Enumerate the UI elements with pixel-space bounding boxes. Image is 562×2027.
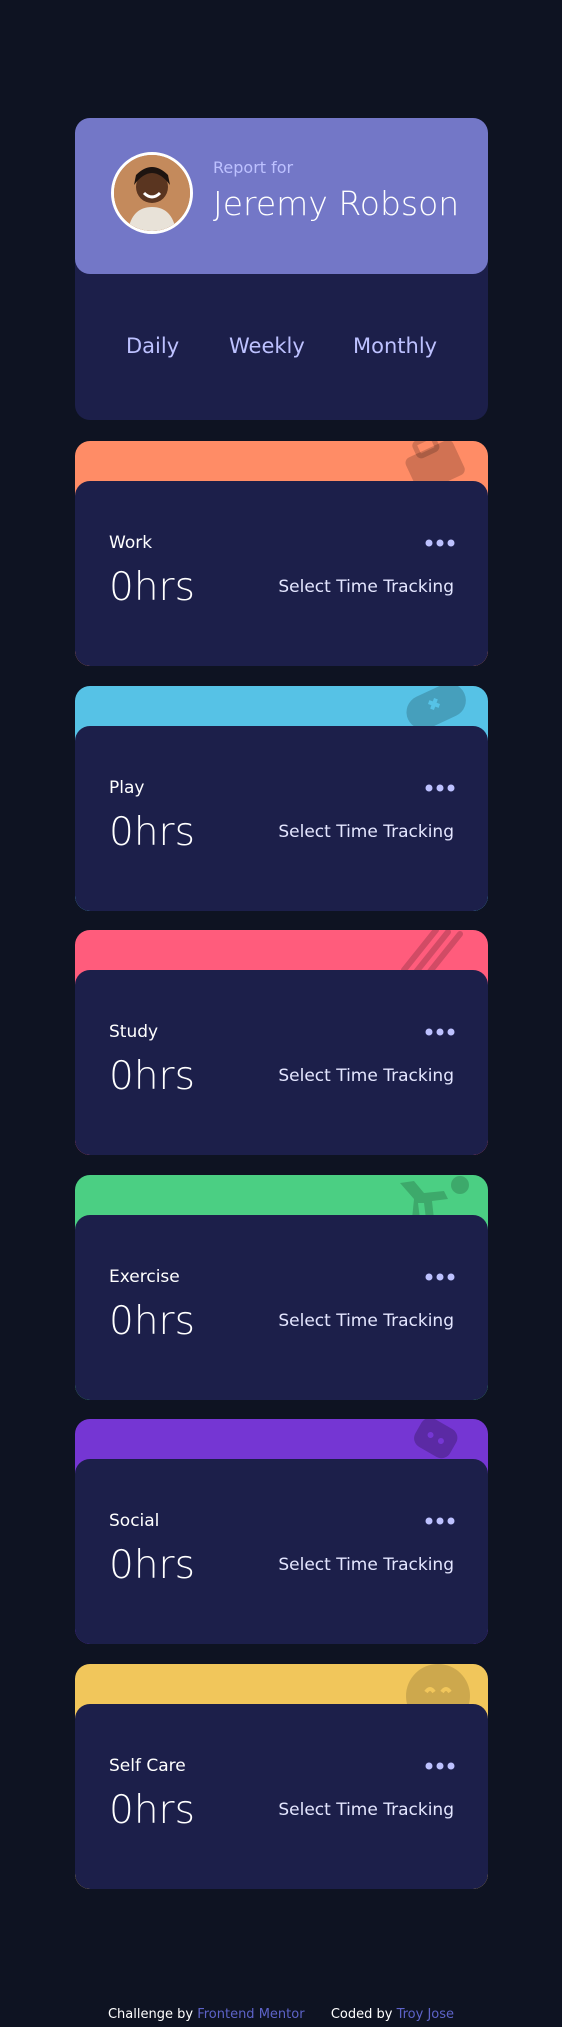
card-social: Social 0hrs Select Time Tracking — [75, 1419, 488, 1644]
challenge-prefix: Challenge by — [107, 2007, 194, 2022]
card-title: Exercise — [109, 1267, 180, 1287]
card-title: Self Care — [109, 1756, 186, 1776]
card-exercise: Exercise 0hrs Select Time Tracking — [75, 1175, 488, 1400]
card-title: Study — [109, 1022, 159, 1042]
card-body: Social 0hrs Select Time Tracking — [75, 1459, 488, 1644]
timeframe-tabs: Daily Weekly Monthly — [75, 274, 488, 420]
card-study: Study 0hrs Select Time Tracking — [75, 930, 488, 1155]
card-title: Play — [109, 778, 145, 798]
author-link[interactable]: Troy Jose — [397, 2007, 454, 2022]
card-hours: 0hrs — [109, 565, 195, 610]
ellipsis-icon[interactable] — [424, 1022, 456, 1042]
card-body: Work 0hrs Select Time Tracking — [75, 481, 488, 666]
card-hours: 0hrs — [109, 810, 195, 855]
avatar — [111, 152, 193, 234]
card-title: Work — [109, 533, 153, 553]
card-previous: Select Time Tracking — [278, 577, 454, 597]
card-body: Study 0hrs Select Time Tracking — [75, 970, 488, 1155]
ellipsis-icon[interactable] — [424, 533, 456, 553]
profile-header: Report for Jeremy Robson — [75, 118, 488, 274]
card-title: Social — [109, 1511, 160, 1531]
card-work: Work 0hrs Select Time Tracking — [75, 441, 488, 666]
card-self-care: Self Care 0hrs Select Time Tracking — [75, 1664, 488, 1889]
attribution-footer: Challenge by Frontend Mentor Coded by Tr… — [0, 2007, 562, 2022]
report-for-label: Report for — [213, 158, 294, 177]
card-hours: 0hrs — [109, 1788, 195, 1833]
profile-card: Report for Jeremy Robson Daily Weekly Mo… — [75, 118, 488, 420]
ellipsis-icon[interactable] — [424, 1756, 456, 1776]
card-hours: 0hrs — [109, 1543, 195, 1588]
card-previous: Select Time Tracking — [278, 1800, 454, 1820]
card-previous: Select Time Tracking — [278, 1066, 454, 1086]
coded-prefix: Coded by — [330, 2007, 393, 2022]
ellipsis-icon[interactable] — [424, 778, 456, 798]
ellipsis-icon[interactable] — [424, 1267, 456, 1287]
card-body: Exercise 0hrs Select Time Tracking — [75, 1215, 488, 1400]
card-previous: Select Time Tracking — [278, 822, 454, 842]
card-body: Self Care 0hrs Select Time Tracking — [75, 1704, 488, 1889]
tab-weekly[interactable]: Weekly — [229, 334, 305, 358]
card-previous: Select Time Tracking — [278, 1555, 454, 1575]
user-name: Jeremy Robson — [213, 184, 460, 223]
tab-daily[interactable]: Daily — [126, 334, 179, 358]
card-previous: Select Time Tracking — [278, 1311, 454, 1331]
tab-monthly[interactable]: Monthly — [353, 334, 437, 358]
frontend-mentor-link[interactable]: Frontend Mentor — [197, 2007, 304, 2022]
card-hours: 0hrs — [109, 1054, 195, 1099]
ellipsis-icon[interactable] — [424, 1511, 456, 1531]
card-body: Play 0hrs Select Time Tracking — [75, 726, 488, 911]
card-play: Play 0hrs Select Time Tracking — [75, 686, 488, 911]
card-hours: 0hrs — [109, 1299, 195, 1344]
